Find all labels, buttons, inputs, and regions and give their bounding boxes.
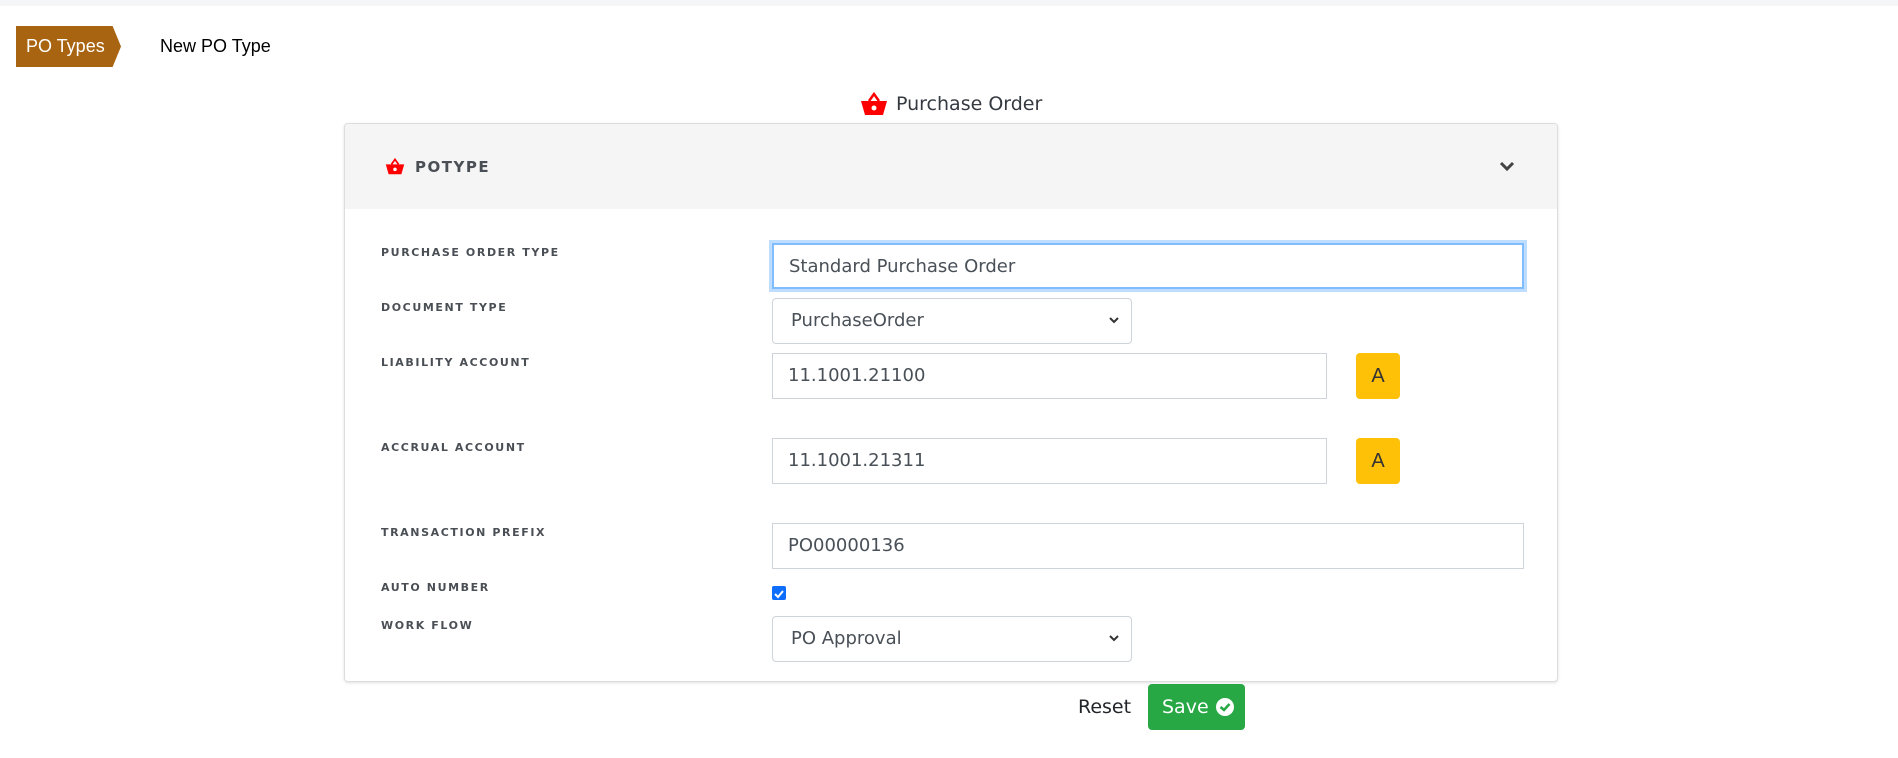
top-bar bbox=[0, 0, 1898, 6]
chevron-down-icon bbox=[1109, 317, 1119, 324]
auto-number-checkbox[interactable] bbox=[772, 586, 786, 600]
card-header[interactable]: POTYPE bbox=[345, 124, 1557, 209]
breadcrumb-po-types[interactable]: PO Types bbox=[16, 26, 121, 67]
potype-card: POTYPE PURCHASE ORDER TYPE Standard Purc… bbox=[344, 123, 1558, 682]
basket-icon bbox=[861, 92, 887, 115]
breadcrumb-current: New PO Type bbox=[160, 36, 271, 56]
doc-type-select[interactable]: PurchaseOrder bbox=[772, 298, 1132, 344]
accrual-input[interactable]: 11.1001.21311 bbox=[772, 438, 1327, 484]
reset-button[interactable]: Reset bbox=[1078, 696, 1131, 718]
workflow-value: PO Approval bbox=[791, 628, 902, 649]
doc-type-value: PurchaseOrder bbox=[791, 310, 924, 331]
basket-icon bbox=[385, 158, 405, 175]
accrual-label: ACCRUAL ACCOUNT bbox=[381, 441, 526, 454]
page-title: Purchase Order bbox=[860, 88, 1042, 120]
card-title: POTYPE bbox=[415, 157, 491, 176]
accrual-lookup-button[interactable]: A bbox=[1356, 438, 1400, 484]
auto-number-label: AUTO NUMBER bbox=[381, 581, 490, 594]
doc-type-label: DOCUMENT TYPE bbox=[381, 301, 508, 314]
page-title-text: Purchase Order bbox=[896, 93, 1043, 115]
check-circle-icon bbox=[1215, 698, 1234, 716]
chevron-down-icon[interactable] bbox=[1497, 156, 1517, 176]
check-icon bbox=[774, 590, 784, 599]
workflow-select[interactable]: PO Approval bbox=[772, 616, 1132, 662]
workflow-label: WORK FLOW bbox=[381, 619, 474, 632]
po-type-label: PURCHASE ORDER TYPE bbox=[381, 246, 560, 259]
liability-label: LIABILITY ACCOUNT bbox=[381, 356, 531, 369]
po-type-input[interactable]: Standard Purchase Order bbox=[772, 243, 1524, 289]
save-button[interactable]: Save bbox=[1148, 684, 1245, 730]
chevron-down-icon bbox=[1109, 635, 1119, 642]
save-label: Save bbox=[1162, 696, 1209, 718]
prefix-label: TRANSACTION PREFIX bbox=[381, 526, 547, 539]
liability-lookup-button[interactable]: A bbox=[1356, 353, 1400, 399]
prefix-input[interactable]: PO00000136 bbox=[772, 523, 1524, 569]
liability-input[interactable]: 11.1001.21100 bbox=[772, 353, 1327, 399]
